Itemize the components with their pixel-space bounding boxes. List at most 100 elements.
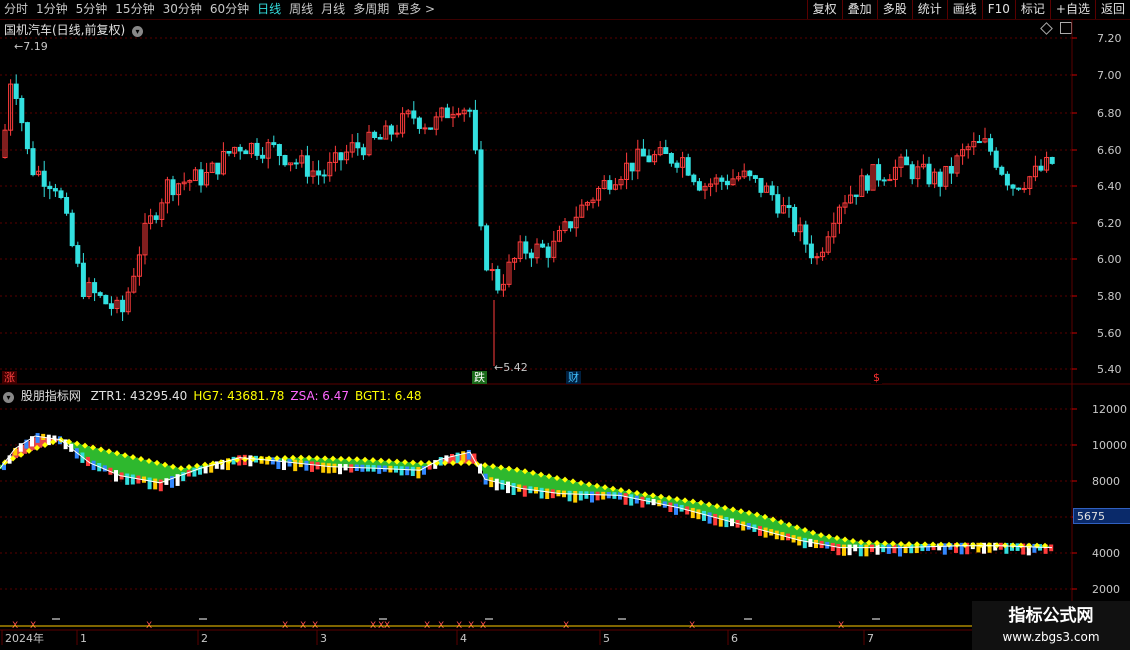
candle-body <box>1010 184 1016 189</box>
candle-body <box>416 117 422 129</box>
indicator-block <box>321 462 326 473</box>
current-value-badge: 5675 <box>1073 508 1130 524</box>
indicator-block <box>114 470 118 482</box>
candle-body <box>355 142 361 149</box>
candle-body <box>719 177 725 182</box>
indicator-block <box>836 543 841 556</box>
indicator-block <box>377 465 382 474</box>
candle-body <box>803 224 809 245</box>
indicator-block <box>338 463 342 475</box>
candle-body <box>226 151 232 154</box>
candle-body <box>696 181 702 191</box>
candle-body <box>69 212 75 247</box>
indicator-block <box>741 521 746 531</box>
candle-body <box>1004 173 1010 186</box>
candle-body <box>1038 165 1044 171</box>
indicator-block <box>595 491 600 501</box>
indicator-block <box>35 433 40 443</box>
indicator-block <box>903 544 908 554</box>
candle-body <box>30 148 36 176</box>
indicator-block <box>797 536 802 546</box>
indicator-block <box>674 503 678 515</box>
indicator-block <box>623 493 628 505</box>
indicator-block <box>802 537 807 549</box>
candle-body <box>948 165 954 174</box>
candle-body <box>153 215 159 220</box>
indicator-block <box>847 544 852 556</box>
candle-body <box>215 162 221 175</box>
indicator-block <box>410 466 415 477</box>
candle-body <box>80 262 86 297</box>
candle-body <box>19 97 25 124</box>
indicator-block <box>1015 543 1020 551</box>
indicator-tick-label: 2000 <box>1092 583 1120 596</box>
indicator-block <box>550 489 555 499</box>
indicator-block <box>399 466 404 476</box>
candle-body <box>237 146 243 152</box>
event-marker[interactable]: $ <box>871 371 882 384</box>
indicator-tick-label: 4000 <box>1092 547 1120 560</box>
price-tick-label: 6.60 <box>1097 144 1122 157</box>
indicator-block <box>858 544 863 557</box>
candle-body <box>495 269 501 291</box>
indicator-tick-label: 10000 <box>1092 439 1127 452</box>
candle-body <box>316 170 322 176</box>
candle-body <box>170 179 176 196</box>
event-marker[interactable]: 涨 <box>2 371 17 384</box>
candle-body <box>876 164 882 181</box>
candle-body <box>752 175 758 179</box>
price-tick-label: 6.40 <box>1097 180 1122 193</box>
candle-body <box>92 282 98 294</box>
candle-body <box>646 155 652 163</box>
candle-body <box>47 185 53 190</box>
price-tick-label: 5.40 <box>1097 363 1122 376</box>
indicator-block <box>875 544 880 555</box>
candle-body <box>1016 187 1022 190</box>
candle-body <box>937 171 943 187</box>
candle-body <box>198 169 204 186</box>
candle-body <box>304 155 310 177</box>
indicator-block <box>416 467 421 479</box>
candle-body <box>674 162 680 168</box>
candle-body <box>254 142 260 156</box>
indicator-block <box>130 474 135 485</box>
indicator-block <box>696 509 701 520</box>
candle-body <box>758 177 764 193</box>
indicator-block <box>718 515 723 527</box>
candle-body <box>338 152 344 161</box>
indicator-block <box>304 460 309 471</box>
indicator-block <box>629 494 634 506</box>
indicator-block <box>461 451 466 463</box>
indicator-block <box>584 491 589 499</box>
indicator-block <box>578 491 583 501</box>
candle-body <box>629 162 635 172</box>
indicator-block <box>153 478 158 490</box>
indicator-block <box>668 502 673 513</box>
candle-body <box>411 110 417 119</box>
indicator-block <box>640 496 645 508</box>
indicator-tick-label: 12000 <box>1092 403 1127 416</box>
candle-body <box>75 245 81 264</box>
indicator-block <box>506 481 510 494</box>
event-marker[interactable]: 跌 <box>472 371 487 384</box>
indicator-block <box>702 510 706 521</box>
indicator-block <box>870 544 874 552</box>
candle-body <box>472 109 478 151</box>
candle-body <box>786 205 792 208</box>
indicator-block <box>198 466 202 475</box>
candle-body <box>724 180 730 186</box>
candle-body <box>993 150 999 168</box>
high-price-label: ←7.19 <box>14 40 48 53</box>
date-label: 4 <box>460 632 467 645</box>
indicator-block <box>601 491 606 500</box>
indicator-block <box>707 512 712 524</box>
date-label: 5 <box>603 632 610 645</box>
candle-body <box>484 225 490 271</box>
event-marker[interactable]: 财 <box>566 371 581 384</box>
candle-body <box>428 127 434 130</box>
date-label: 2024年 <box>5 631 44 645</box>
indicator-block <box>494 478 499 491</box>
candle-body <box>58 190 64 199</box>
candle-body <box>13 83 19 99</box>
date-label: 7 <box>867 632 874 645</box>
